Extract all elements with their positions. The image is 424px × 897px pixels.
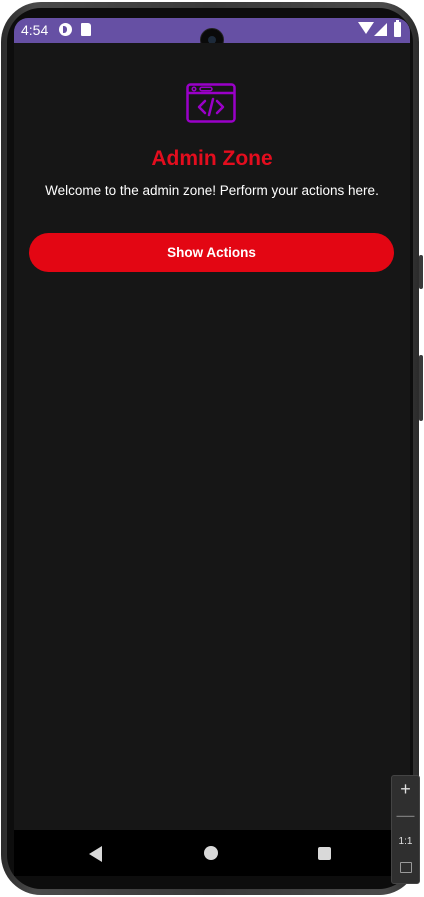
code-window-icon xyxy=(186,83,236,123)
status-time: 4:54 xyxy=(21,22,49,38)
emulator-zoom-toolbar: + — 1:1 xyxy=(391,775,420,884)
home-icon[interactable] xyxy=(204,846,218,860)
zoom-out-button[interactable]: — xyxy=(392,804,419,826)
battery-icon xyxy=(394,20,401,37)
app-notification-icon xyxy=(59,23,72,36)
back-icon[interactable] xyxy=(89,846,102,862)
signal-icon xyxy=(374,23,387,36)
show-actions-button[interactable]: Show Actions xyxy=(29,233,394,272)
app-content: Admin Zone Welcome to the admin zone! Pe… xyxy=(14,43,410,830)
page-title: Admin Zone xyxy=(151,147,273,170)
recents-icon[interactable] xyxy=(318,847,331,860)
power-button[interactable] xyxy=(419,355,423,421)
volume-button[interactable] xyxy=(419,255,423,289)
fit-to-window-button[interactable] xyxy=(392,862,419,876)
status-bar: 4:54 xyxy=(14,18,410,52)
sd-card-icon xyxy=(81,23,91,36)
wifi-icon xyxy=(358,22,374,34)
fit-to-window-icon xyxy=(399,862,412,873)
emulator-device: 4:54 Admin Zone Welcome to the admin zon… xyxy=(0,0,424,897)
actual-size-button[interactable]: 1:1 xyxy=(392,836,419,847)
phone-screen: 4:54 Admin Zone Welcome to the admin zon… xyxy=(14,18,410,876)
navigation-bar xyxy=(14,830,410,876)
welcome-text: Welcome to the admin zone! Perform your … xyxy=(45,183,379,198)
zoom-in-button[interactable]: + xyxy=(392,778,419,800)
